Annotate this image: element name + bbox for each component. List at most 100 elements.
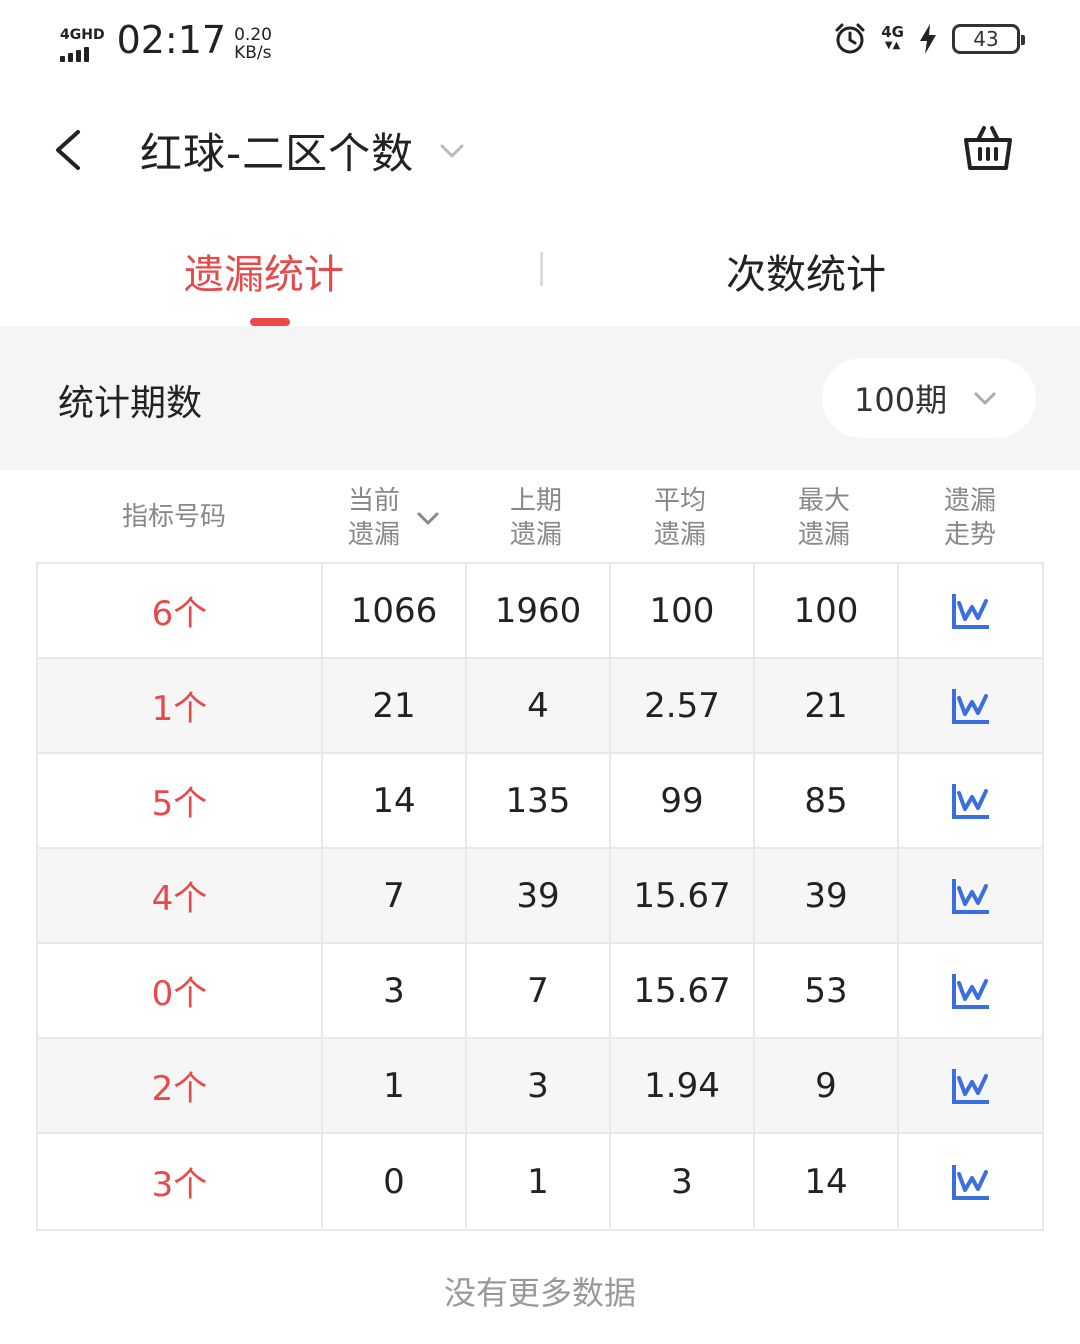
line-chart-icon[interactable]	[950, 1162, 992, 1202]
header-line: 遗漏	[348, 520, 401, 550]
trend-cell[interactable]	[899, 754, 1042, 847]
average-omission-cell: 15.67	[611, 849, 755, 942]
column-header-average: 平均 遗漏	[654, 484, 706, 552]
trend-cell[interactable]	[899, 659, 1042, 752]
column-header-trend: 遗漏 走势	[944, 484, 996, 552]
tab-omission-stats[interactable]: 遗漏统计	[184, 242, 344, 300]
chevron-down-icon	[440, 144, 464, 157]
back-arrow-icon[interactable]	[48, 126, 88, 174]
battery-icon: 43	[952, 24, 1025, 54]
max-omission-cell: 21	[755, 659, 899, 752]
indicator-cell: 3个	[38, 1134, 323, 1229]
current-omission-cell: 7	[323, 849, 467, 942]
mobile-data-arrows: ▼▲	[884, 40, 901, 51]
average-omission-cell: 1.94	[611, 1039, 755, 1132]
current-omission-cell: 21	[323, 659, 467, 752]
header-line: 遗漏	[798, 520, 851, 550]
battery-level: 43	[973, 27, 999, 51]
network-speed: 0.20 KB/s	[234, 26, 272, 62]
table-row: 0个 3 7 15.67 53	[38, 944, 1042, 1039]
trend-cell[interactable]	[899, 1134, 1042, 1229]
max-omission-cell: 9	[755, 1039, 899, 1132]
trend-cell[interactable]	[899, 849, 1042, 942]
column-header-last: 上期 遗漏	[510, 484, 562, 552]
table-row: 4个 7 39 15.67 39	[38, 849, 1042, 944]
period-value: 100期	[854, 381, 948, 419]
indicator-cell: 6个	[38, 564, 323, 657]
page-title: 红球-二区个数	[140, 129, 415, 178]
chevron-down-icon	[974, 392, 996, 405]
title-dropdown[interactable]: 红球-二区个数	[140, 120, 466, 181]
max-omission-cell: 100	[755, 564, 899, 657]
last-omission-cell: 1960	[467, 564, 611, 657]
average-omission-cell: 3	[611, 1134, 755, 1229]
column-header-indicator: 指标号码	[122, 500, 226, 534]
header-line: 遗漏	[944, 486, 997, 516]
network-type-label: 4GHD	[60, 27, 105, 43]
indicator-cell: 1个	[38, 659, 323, 752]
table-row: 6个 1066 1960 100 100	[38, 564, 1042, 659]
app-header: 红球-二区个数	[0, 100, 1080, 200]
header-line: 指标号码	[122, 502, 227, 532]
period-dropdown[interactable]: 100期	[822, 358, 1036, 438]
line-chart-icon[interactable]	[950, 781, 992, 821]
trend-cell[interactable]	[899, 944, 1042, 1037]
current-omission-cell: 1066	[323, 564, 467, 657]
max-omission-cell: 85	[755, 754, 899, 847]
last-omission-cell: 1	[467, 1134, 611, 1229]
header-line: 当前	[348, 486, 401, 516]
last-omission-cell: 7	[467, 944, 611, 1037]
signal-bars-icon	[60, 46, 89, 62]
charging-icon	[920, 24, 936, 54]
signal-indicator: 4GHD	[60, 28, 105, 62]
period-label: 统计期数	[58, 383, 203, 424]
header-line: 上期	[510, 486, 563, 516]
header-line: 平均	[654, 486, 707, 516]
line-chart-icon[interactable]	[950, 686, 992, 726]
current-omission-cell: 3	[323, 944, 467, 1037]
tab-count-stats[interactable]: 次数统计	[726, 242, 886, 300]
header-line: 走势	[944, 520, 997, 550]
no-more-data-text: 没有更多数据	[443, 1274, 636, 1312]
line-chart-icon[interactable]	[950, 876, 992, 916]
last-omission-cell: 3	[467, 1039, 611, 1132]
current-omission-cell: 0	[323, 1134, 467, 1229]
sort-chevron-icon[interactable]	[416, 506, 440, 530]
line-chart-icon[interactable]	[950, 971, 992, 1011]
column-header-current[interactable]: 当前 遗漏	[348, 484, 400, 552]
average-omission-cell: 15.67	[611, 944, 755, 1037]
tab-divider	[540, 252, 543, 286]
speed-value: 0.20	[234, 25, 272, 45]
table-header: 指标号码 当前 遗漏 上期 遗漏 平均 遗漏 最大 遗漏 遗漏 走势	[36, 470, 1044, 562]
table-row: 1个 21 4 2.57 21	[38, 659, 1042, 754]
basket-icon[interactable]	[962, 122, 1014, 174]
period-section: 统计期数 100期	[0, 326, 1080, 470]
header-line: 最大	[798, 486, 851, 516]
indicator-cell: 4个	[38, 849, 323, 942]
table-row: 3个 0 1 3 14	[38, 1134, 1042, 1229]
average-omission-cell: 99	[611, 754, 755, 847]
max-omission-cell: 53	[755, 944, 899, 1037]
tab-bar: 遗漏统计 次数统计	[0, 230, 1080, 326]
trend-cell[interactable]	[899, 1039, 1042, 1132]
header-line: 遗漏	[654, 520, 707, 550]
table-row: 5个 14 135 99 85	[38, 754, 1042, 849]
max-omission-cell: 14	[755, 1134, 899, 1229]
max-omission-cell: 39	[755, 849, 899, 942]
average-omission-cell: 100	[611, 564, 755, 657]
header-line: 遗漏	[510, 520, 563, 550]
line-chart-icon[interactable]	[950, 591, 992, 631]
indicator-cell: 5个	[38, 754, 323, 847]
mobile-data-label: 4G	[881, 23, 904, 41]
last-omission-cell: 4	[467, 659, 611, 752]
average-omission-cell: 2.57	[611, 659, 755, 752]
column-header-max: 最大 遗漏	[798, 484, 850, 552]
alarm-icon	[835, 23, 865, 54]
line-chart-icon[interactable]	[950, 1066, 992, 1106]
active-tab-indicator	[250, 318, 290, 326]
indicator-cell: 2个	[38, 1039, 323, 1132]
speed-unit: KB/s	[234, 43, 272, 63]
stats-table: 6个 1066 1960 100 100 1个 21 4 2.57 21 5个 …	[36, 562, 1044, 1231]
indicator-cell: 0个	[38, 944, 323, 1037]
trend-cell[interactable]	[899, 564, 1042, 657]
